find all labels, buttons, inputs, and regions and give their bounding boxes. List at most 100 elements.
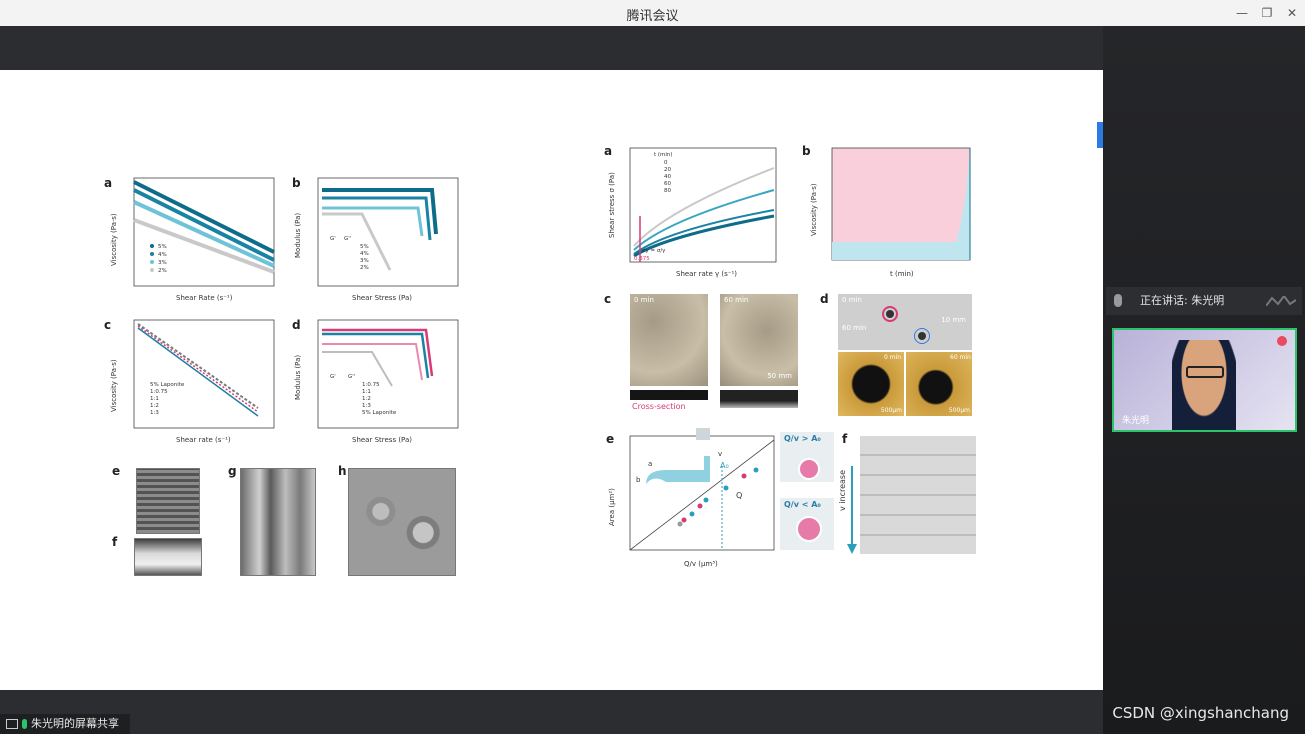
left-d-legend-head-0: G'	[330, 374, 336, 380]
presentation-slide: a Viscosity (Pa·s) Shear Rate (s⁻¹) 5% 4…	[0, 70, 1103, 690]
left-b-ylabel: Modulus (Pa)	[294, 213, 302, 258]
d-label-4: 60 min	[950, 354, 971, 361]
left-panel-letter-e: e	[112, 464, 121, 478]
right-chart-e: Area (μm²) Q/v (μm³) A₀ Q a b v	[608, 428, 775, 568]
right-e-label-a: a	[648, 460, 652, 468]
close-button[interactable]: ✕	[1283, 4, 1301, 22]
right-f-ylabel: v increase	[838, 470, 847, 511]
left-d-legend-4: 5% Laponite	[362, 410, 397, 416]
right-a-legend-0: 0	[664, 160, 668, 166]
left-d-legend-1: 1:1	[362, 389, 371, 395]
sem-photo-h	[348, 468, 456, 576]
d-label-3: 0 min	[884, 354, 902, 361]
right-a-xlabel: Shear rate γ (s⁻¹)	[676, 270, 737, 278]
condition-label-1: Q/v < A₀	[784, 500, 821, 509]
condition-diagram-0: Q/v > A₀	[780, 432, 834, 482]
left-a-legend-3: 2%	[158, 268, 167, 274]
minimize-button[interactable]: —	[1233, 4, 1251, 22]
cross-section-label: Cross-section	[632, 402, 686, 411]
right-b-xlabel: t (min)	[890, 270, 914, 278]
right-panel-letter-c: c	[604, 292, 612, 306]
right-chart-b: Viscosity (Pa·s) t (min)	[810, 147, 971, 278]
left-c-legend-3: 1:2	[150, 403, 159, 409]
left-d-xlabel: Shear Stress (Pa)	[352, 436, 412, 444]
participant-video-tile[interactable]: 朱光明	[1112, 328, 1297, 432]
screen-share-bar[interactable]: 朱光明的屏幕共享	[0, 714, 130, 734]
left-c-ylabel: Viscosity (Pa·s)	[110, 359, 118, 412]
mic-on-icon	[22, 719, 27, 729]
csdn-watermark: CSDN @xingshanchang	[1112, 704, 1289, 722]
right-a-legend-2: 40	[664, 174, 671, 180]
d-label-5: 500μm	[880, 407, 902, 414]
droplet-rows-photo	[860, 436, 976, 554]
c-label-0: 0 min	[634, 296, 654, 304]
cross-section-strip-0	[630, 390, 708, 400]
participant-name: 朱光明	[1122, 416, 1150, 426]
left-d-legend-0: 1:0.75	[362, 382, 380, 388]
left-c-legend-1: 1:0.75	[150, 389, 168, 395]
condition-diagram-1: Q/v < A₀	[780, 498, 834, 550]
right-a-annotation: σy = σ/γ	[642, 248, 666, 254]
right-panel-letter-f: f	[842, 432, 848, 446]
left-b-legend-0: 5%	[360, 244, 369, 250]
left-c-legend-2: 1:1	[150, 396, 159, 402]
right-chart-a: Shear stress σ (Pa) Shear rate γ (s⁻¹) σ…	[608, 147, 777, 278]
left-panel-letter-g: g	[228, 464, 237, 478]
right-e-label-v: v	[718, 450, 722, 458]
window-title: 腾讯会议	[626, 9, 679, 24]
droplet-closeup-1: 60 min 500μm	[906, 352, 972, 416]
right-b-ylabel: Viscosity (Pa·s)	[810, 183, 818, 236]
left-b-legend-2: 3%	[360, 258, 369, 264]
left-chart-c: Viscosity (Pa·s) Shear rate (s⁻¹) 5% Lap…	[110, 319, 275, 444]
restore-button[interactable]: ❐	[1258, 4, 1276, 22]
speaking-indicator: 正在讲话: 朱光明	[1106, 287, 1302, 315]
window-titlebar: 腾讯会议 — ❐ ✕	[0, 0, 1305, 27]
left-d-legend-head-1: G''	[348, 374, 355, 380]
audio-wave-icon	[1266, 296, 1296, 306]
shared-screen-area: a Viscosity (Pa·s) Shear Rate (s⁻¹) 5% 4…	[0, 26, 1103, 734]
left-a-legend-0: 5%	[158, 244, 167, 250]
c-label-2: 50 mm	[767, 372, 792, 380]
left-panel-letter-h: h	[338, 464, 347, 478]
condition-label-0: Q/v > A₀	[784, 434, 821, 443]
mic-icon	[1114, 294, 1122, 307]
d-label-6: 500μm	[948, 407, 970, 414]
left-a-legend-2: 3%	[158, 260, 167, 266]
left-c-xlabel: Shear rate (s⁻¹)	[176, 436, 231, 444]
cross-section-strip-1	[720, 390, 798, 408]
right-panel-letter-d: d	[820, 292, 829, 306]
screen-share-icon	[6, 719, 18, 729]
right-a-legend-title: t (min)	[654, 152, 673, 158]
left-c-legend-0: 5% Laponite	[150, 382, 185, 388]
right-a-marker: 0.375	[634, 256, 650, 262]
right-e-label-A0: A₀	[720, 461, 729, 470]
left-b-legend-3: 2%	[360, 265, 369, 271]
right-a-legend-4: 80	[664, 188, 671, 194]
right-e-xlabel: Q/v (μm³)	[684, 560, 718, 568]
left-d-legend-3: 1:3	[362, 403, 371, 409]
left-a-ylabel: Viscosity (Pa·s)	[110, 213, 118, 266]
glasses-icon	[1186, 366, 1224, 378]
right-e-label-Q: Q	[736, 491, 742, 500]
share-bar-label: 朱光明的屏幕共享	[31, 717, 119, 730]
right-e-label-b: b	[636, 476, 641, 484]
left-a-xlabel: Shear Rate (s⁻¹)	[176, 294, 233, 302]
d-label-2: 10 mm	[941, 316, 966, 324]
left-a-legend-1: 4%	[158, 252, 167, 258]
right-e-ylabel: Area (μm²)	[608, 488, 616, 526]
left-chart-a: Viscosity (Pa·s) Shear Rate (s⁻¹) 5% 4% …	[110, 177, 275, 302]
droplet-closeup-0: 0 min 500μm	[838, 352, 904, 416]
lattice-photo-f	[134, 538, 202, 576]
right-a-legend-3: 60	[664, 181, 671, 187]
cross-section-photo-1: 60 min 50 mm	[720, 294, 798, 386]
lattice-photo-e	[136, 468, 200, 534]
left-chart-d: Modulus (Pa) Shear Stress (Pa) G' G'' 1:…	[294, 319, 459, 444]
left-panel-letter-f: f	[112, 535, 118, 549]
left-b-legend-head-0: G'	[330, 236, 336, 242]
left-b-legend-1: 4%	[360, 251, 369, 257]
d-label-0: 0 min	[842, 296, 862, 304]
right-a-legend-1: 20	[664, 167, 671, 173]
status-dot-icon	[1277, 336, 1287, 346]
left-b-legend-head-1: G''	[344, 236, 351, 242]
c-label-1: 60 min	[724, 296, 749, 304]
